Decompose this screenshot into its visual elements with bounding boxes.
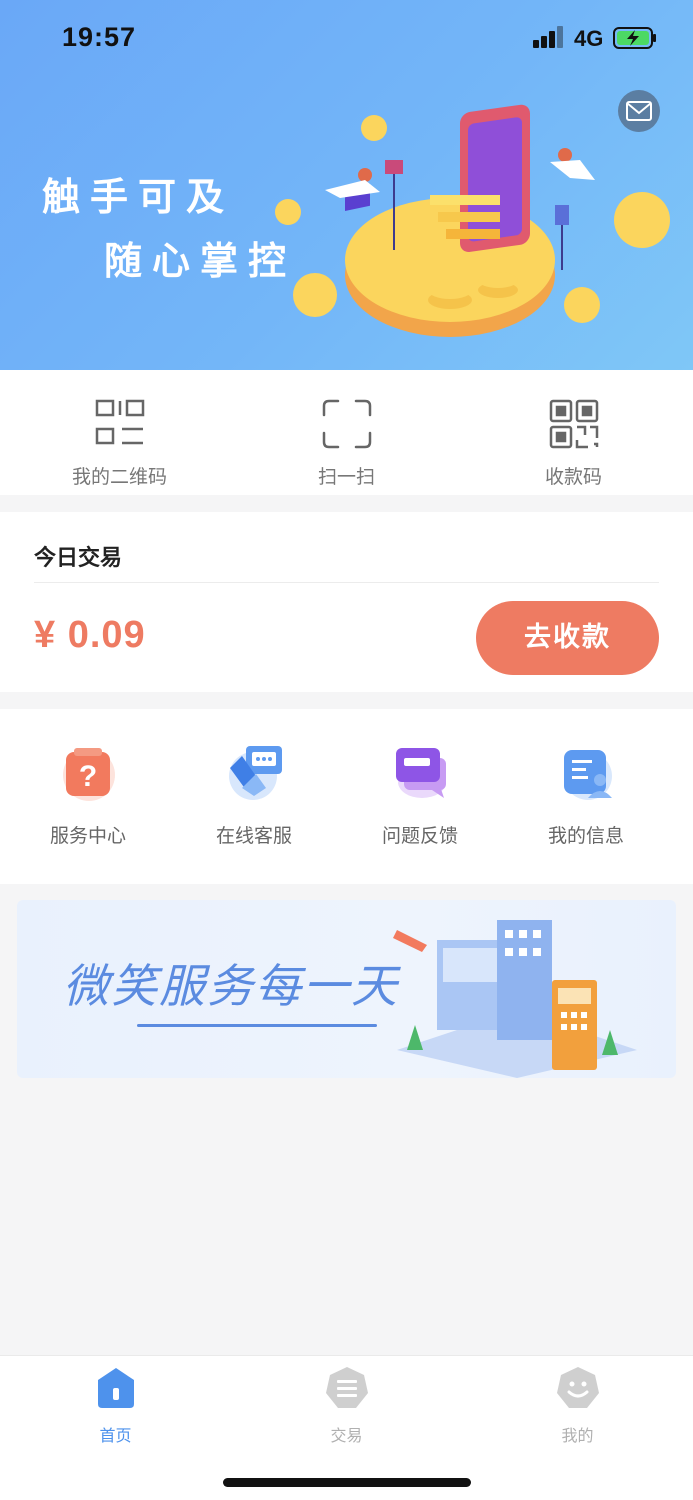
promo-banner[interactable]: 微笑服务每一天 [17,900,676,1078]
feedback-icon [396,748,446,798]
promo-banner-illustration [393,920,637,1078]
online-support-icon [229,746,282,800]
service-center-icon: ? [63,748,115,801]
service-center-label: 服务中心 [49,825,126,847]
tab-transaction[interactable]: 交易 [231,1356,462,1456]
transaction-icon [326,1367,368,1408]
feedback-label: 问题反馈 [381,825,458,847]
svg-text:?: ? [79,760,97,793]
payment-qrcode-label: 收款码 [544,466,602,488]
tab-profile-label: 我的 [561,1426,594,1445]
tab-home-label: 首页 [99,1426,132,1445]
divider [34,582,659,583]
scan-label: 扫一扫 [317,466,375,488]
my-qrcode-label: 我的二维码 [71,466,167,488]
tab-transaction-label: 交易 [330,1426,363,1445]
services-grid: ? 服务中心 在线客服 问题反馈 我的信息 [0,709,693,884]
network-type: 4G [574,26,604,51]
payment-qrcode-button[interactable]: 收款码 [458,370,689,495]
my-qrcode-icon [95,399,145,445]
battery-icon [613,27,656,49]
profile-icon [557,1367,599,1408]
home-icon [98,1368,134,1408]
collect-payment-button[interactable]: 去收款 [476,601,659,675]
signal-icon [533,26,565,48]
promo-banner-underline [137,1024,377,1027]
my-info-button[interactable]: 我的信息 [503,709,669,884]
hero-banner: 19:57 4G 触手可及 随心掌控 [0,0,693,370]
hero-slogan-1: 触手可及 [42,175,235,219]
today-transactions-card: 今日交易 ¥ 0.09 去收款 [0,512,693,692]
hero-illustration [275,104,670,337]
status-time: 19:57 [62,22,137,52]
my-info-label: 我的信息 [547,825,624,847]
home-indicator [223,1478,471,1487]
scan-icon [322,399,372,449]
feedback-button[interactable]: 问题反馈 [337,709,503,884]
online-support-label: 在线客服 [215,825,292,847]
my-info-icon [564,750,612,800]
hero-slogan-2: 随心掌控 [104,239,297,283]
quick-actions: 我的二维码 扫一扫 收款码 [0,370,693,495]
service-center-button[interactable]: ? 服务中心 [5,709,171,884]
status-bar: 19:57 4G [0,0,693,80]
promo-banner-text: 微笑服务每一天 [63,959,399,1013]
my-qrcode-button[interactable]: 我的二维码 [4,370,235,495]
tab-profile[interactable]: 我的 [462,1356,693,1456]
online-support-button[interactable]: 在线客服 [171,709,337,884]
scan-button[interactable]: 扫一扫 [231,370,462,495]
tab-home[interactable]: 首页 [0,1356,231,1456]
today-amount: ¥ 0.09 [34,614,146,656]
payment-qrcode-icon [549,399,599,449]
today-title: 今日交易 [34,546,123,571]
